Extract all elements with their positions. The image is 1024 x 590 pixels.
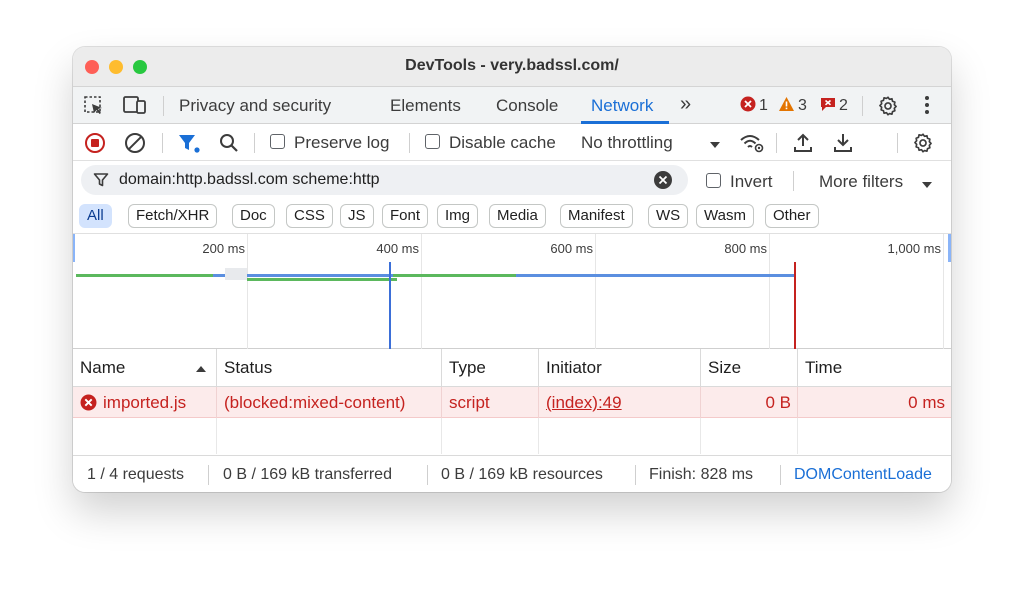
request-time-cell: 0 ms [908, 393, 945, 412]
filter-query-text: domain:http.badssl.com scheme:http [119, 171, 380, 188]
request-type-cell: script [442, 387, 539, 418]
throttling-select[interactable]: No throttling [581, 133, 673, 153]
request-size-cell: 0 B [701, 387, 798, 418]
dom-content-loaded-time: DOMContentLoade [794, 466, 932, 483]
settings-gear-icon[interactable] [877, 95, 899, 116]
error-icon [740, 96, 756, 117]
resource-type-filters: All Fetch/XHR Doc CSS JS Font Img Media … [73, 200, 951, 233]
network-overview-timeline[interactable]: 200 ms 400 ms 600 ms 800 ms 1,000 ms [73, 233, 951, 350]
column-header-name[interactable]: Name [73, 349, 217, 386]
requests-count: 1 / 4 requests [87, 466, 184, 483]
chip-css[interactable]: CSS [286, 204, 333, 228]
tick-label: 200 ms [202, 241, 245, 256]
dom-content-loaded-marker [389, 262, 391, 350]
chip-ws[interactable]: WS [648, 204, 689, 228]
more-options-kebab-icon[interactable] [922, 95, 944, 115]
panel-tab-bar: Privacy and security Elements Console Ne… [73, 87, 951, 124]
finish-time: Finish: 828 ms [649, 466, 754, 483]
requests-table: Name Status Type Initiator Size Time imp… [73, 349, 951, 454]
throttling-dropdown-arrow-icon[interactable] [709, 137, 731, 157]
inspect-element-icon[interactable] [83, 95, 105, 115]
overview-left-handle[interactable] [73, 234, 75, 262]
overview-request-bar [225, 268, 247, 280]
record-stop-icon[interactable] [84, 132, 106, 153]
issue-flag-icon [820, 96, 836, 117]
chip-all[interactable]: All [79, 204, 112, 228]
preserve-log-label: Preserve log [294, 133, 390, 152]
window-title: DevTools - very.badssl.com/ [405, 57, 619, 74]
clear-filter-icon[interactable] [653, 170, 673, 195]
column-header-type[interactable]: Type [442, 349, 539, 386]
more-tabs-button[interactable]: » [680, 93, 691, 116]
error-count-badge[interactable]: 1 [740, 96, 768, 117]
empty-table-area [73, 418, 951, 454]
chip-media[interactable]: Media [489, 204, 546, 228]
sort-ascending-icon [195, 349, 207, 386]
invert-checkbox[interactable] [706, 173, 721, 188]
request-status-cell: (blocked:mixed-content) [217, 387, 442, 418]
network-summary-bar: 1 / 4 requests 0 B / 169 kB transferred … [73, 455, 951, 492]
preserve-log-checkbox[interactable] [270, 134, 285, 149]
column-header-initiator[interactable]: Initiator [539, 349, 701, 386]
disable-cache-checkbox[interactable] [425, 134, 440, 149]
request-initiator-link[interactable]: (index):49 [539, 387, 701, 418]
overview-request-bar [516, 274, 794, 277]
chip-manifest[interactable]: Manifest [560, 204, 633, 228]
column-header-status[interactable]: Status [217, 349, 442, 386]
disable-cache-label: Disable cache [449, 133, 556, 152]
tick-label: 600 ms [550, 241, 593, 256]
more-filters-arrow-icon[interactable] [921, 177, 933, 195]
network-toolbar: Preserve log Disable cache No throttling [73, 124, 951, 161]
tab-privacy-security[interactable]: Privacy and security [179, 96, 331, 116]
chip-font[interactable]: Font [382, 204, 429, 228]
filter-input[interactable]: domain:http.badssl.com scheme:http [81, 165, 688, 195]
tab-network[interactable]: Network [591, 96, 653, 116]
chip-fetch-xhr[interactable]: Fetch/XHR [128, 204, 218, 228]
title-bar: DevTools - very.badssl.com/ [73, 47, 951, 87]
chip-doc[interactable]: Doc [232, 204, 275, 228]
tab-console[interactable]: Console [496, 96, 558, 116]
blocked-error-icon [80, 390, 97, 421]
warning-icon [778, 96, 795, 117]
request-name-cell: imported.js [73, 387, 217, 418]
device-toolbar-icon[interactable] [123, 95, 146, 115]
filter-funnel-outline-icon [93, 172, 109, 193]
chip-wasm[interactable]: Wasm [696, 204, 754, 228]
network-conditions-wifi-icon[interactable] [739, 132, 764, 153]
more-filters-dropdown[interactable]: More filters [819, 172, 903, 192]
devtools-window: DevTools - very.badssl.com/ Privacy and … [73, 47, 951, 492]
clear-log-icon[interactable] [124, 132, 146, 153]
filter-funnel-icon[interactable] [177, 132, 200, 153]
resources-size: 0 B / 169 kB resources [441, 466, 603, 483]
export-har-download-icon[interactable] [833, 132, 855, 152]
tab-elements[interactable]: Elements [390, 96, 461, 116]
import-har-upload-icon[interactable] [793, 132, 815, 152]
warning-count-badge[interactable]: 3 [778, 96, 807, 117]
load-event-marker [794, 262, 796, 350]
tick-label: 800 ms [724, 241, 767, 256]
network-settings-gear-icon[interactable] [912, 132, 934, 153]
tick-label: 1,000 ms [887, 241, 941, 256]
search-icon[interactable] [218, 132, 240, 152]
chip-img[interactable]: Img [437, 204, 479, 228]
transferred-size: 0 B / 169 kB transferred [223, 466, 392, 483]
column-header-time[interactable]: Time [798, 349, 951, 386]
overview-request-bar [247, 278, 397, 281]
overview-right-handle[interactable] [948, 234, 951, 262]
chip-js[interactable]: JS [340, 204, 374, 228]
issues-count-badge[interactable]: 2 [820, 96, 848, 117]
filter-bar: domain:http.badssl.com scheme:http Inver… [73, 161, 951, 200]
table-row[interactable]: imported.js (blocked:mixed-content) scri… [73, 387, 951, 418]
tick-label: 400 ms [376, 241, 419, 256]
column-header-size[interactable]: Size [701, 349, 798, 386]
invert-label: Invert [730, 172, 773, 191]
chip-other[interactable]: Other [765, 204, 819, 228]
